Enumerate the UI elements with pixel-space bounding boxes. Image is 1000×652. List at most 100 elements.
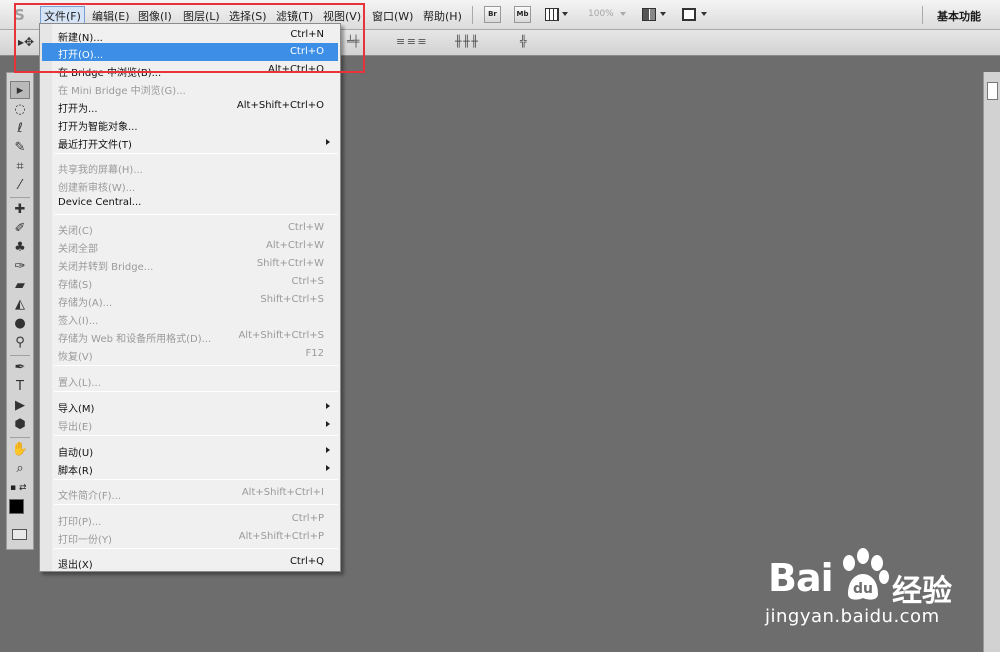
foreground-color-swatch[interactable]: [9, 499, 24, 514]
menu-window[interactable]: 窗口(W): [372, 8, 413, 24]
menu-item-label: 退出(X): [58, 560, 93, 571]
menu-item-shortcut: Ctrl+Q: [289, 556, 324, 567]
menu-item-revert: 恢复(V) F12: [42, 345, 338, 363]
panel-dock: [983, 72, 1000, 652]
move-tool-icon[interactable]: ▸: [10, 81, 30, 99]
blur-tool-icon[interactable]: ●: [10, 315, 30, 333]
menu-item-label: 置入(L)...: [58, 378, 101, 389]
menu-item-save: 存储(S) Ctrl+S: [42, 273, 338, 291]
menu-item-shortcut: Ctrl+W: [287, 222, 324, 233]
arrange-documents-button[interactable]: [642, 7, 666, 22]
menu-item-share-my-screen: 共享我的屏幕(H)...: [42, 158, 338, 176]
menu-item-open-as-smart-object[interactable]: 打开为智能对象...: [42, 115, 338, 133]
shape-tool-icon[interactable]: ⬢: [10, 416, 30, 434]
file-menu-dropdown: 新建(N)... Ctrl+N 打开(O)... Ctrl+O 在 Bridge 中…: [39, 23, 341, 572]
menu-separator: [54, 548, 338, 549]
crop-tool-icon[interactable]: ⌗: [10, 158, 30, 176]
menu-item-browse-in-mini-bridge: 在 Mini Bridge 中浏览(G)...: [42, 79, 338, 97]
menu-item-open-as[interactable]: 打开为... Alt+Shift+Ctrl+O: [42, 97, 338, 115]
healing-brush-tool-icon[interactable]: ✚: [10, 201, 30, 219]
clone-stamp-tool-icon[interactable]: ♣: [10, 239, 30, 257]
menu-item-shortcut: Alt+Shift+Ctrl+O: [236, 100, 324, 111]
menu-item-print-one-copy: 打印一份(Y) Alt+Shift+Ctrl+P: [42, 528, 338, 546]
mini-bridge-button[interactable]: Mb: [514, 6, 531, 23]
menu-separator: [472, 6, 473, 24]
default-colors-icon[interactable]: ▪ ⇄: [10, 483, 27, 493]
menu-item-label: 共享我的屏幕(H)...: [58, 165, 143, 176]
menu-item-shortcut: Alt+Shift+Ctrl+S: [238, 330, 324, 341]
menu-item-save-for-web: 存储为 Web 和设备所用格式(D)... Alt+Shift+Ctrl+S: [42, 327, 338, 345]
eyedropper-tool-icon[interactable]: ⁄: [10, 177, 30, 195]
type-tool-icon[interactable]: T: [10, 378, 30, 396]
path-selection-tool-icon[interactable]: ▶: [10, 397, 30, 415]
hand-tool-icon[interactable]: ✋: [10, 441, 30, 459]
svg-text:du: du: [853, 581, 873, 597]
menu-separator: [54, 391, 338, 392]
quick-selection-tool-icon[interactable]: ✎: [10, 139, 30, 157]
menu-item-device-central[interactable]: Device Central...: [42, 194, 338, 212]
distribute-vertical-icon[interactable]: ≡ ≡ ≡: [396, 35, 427, 49]
menu-item-import[interactable]: 导入(M): [42, 397, 338, 415]
menu-item-label: 存储为 Web 和设备所用格式(D)...: [58, 334, 212, 345]
bridge-button[interactable]: Br: [484, 6, 501, 23]
submenu-arrow-icon: [326, 465, 330, 471]
panel-toggle-icon[interactable]: [987, 82, 998, 100]
brush-tool-icon[interactable]: ✐: [10, 220, 30, 238]
menu-item-open-recent[interactable]: 最近打开文件(T): [42, 133, 338, 151]
menu-item-save-as: 存储为(A)... Shift+Ctrl+S: [42, 291, 338, 309]
lasso-tool-icon[interactable]: ℓ: [10, 120, 30, 138]
menu-item-close: 关闭(C) Ctrl+W: [42, 219, 338, 237]
quick-mask-icon[interactable]: [12, 529, 27, 540]
chevron-down-icon: [620, 12, 626, 16]
view-extras-button[interactable]: [545, 7, 568, 22]
history-brush-tool-icon[interactable]: ✑: [10, 258, 30, 276]
menu-item-label: 签入(I)...: [58, 316, 99, 327]
menu-item-print: 打印(P)... Ctrl+P: [42, 510, 338, 528]
menu-item-shortcut: Alt+Ctrl+W: [266, 240, 324, 251]
pen-tool-icon[interactable]: ✒: [10, 359, 30, 377]
zoom-level[interactable]: 100%: [588, 9, 614, 19]
distribute-horizontal-icon[interactable]: ╫ ╫ ╫: [455, 35, 478, 49]
paint-bucket-tool-icon[interactable]: ◭: [10, 296, 30, 314]
screen-mode-icon: [682, 8, 696, 21]
menu-item-label: 导出(E): [58, 422, 93, 433]
menu-separator: [54, 435, 338, 436]
menu-item-close-all: 关闭全部 Alt+Ctrl+W: [42, 237, 338, 255]
menu-item-shortcut: Alt+Shift+Ctrl+I: [241, 487, 324, 498]
menu-item-scripts[interactable]: 脚本(R): [42, 459, 338, 477]
zoom-tool-icon[interactable]: ⌕: [10, 460, 30, 478]
chevron-down-icon: [660, 12, 666, 16]
menu-item-label: 关闭全部: [58, 244, 98, 255]
toolbox-separator: [10, 355, 30, 356]
chevron-down-icon: [701, 12, 707, 16]
auto-align-icon[interactable]: ╬: [520, 35, 527, 49]
eraser-tool-icon[interactable]: ▰: [10, 277, 30, 295]
menu-item-check-in: 签入(I)...: [42, 309, 338, 327]
marquee-tool-icon[interactable]: ◌: [10, 101, 30, 119]
menu-item-label: 最近打开文件(T): [58, 140, 132, 151]
menu-item-label: 创建新审核(W)...: [58, 183, 136, 194]
toolbox: ▸ ◌ ℓ ✎ ⌗ ⁄ ✚ ✐ ♣ ✑ ▰ ◭ ● ⚲ ✒ T ▶ ⬢ ✋ ⌕ …: [6, 72, 34, 550]
menu-item-file-info: 文件简介(F)... Alt+Shift+Ctrl+I: [42, 484, 338, 502]
menu-separator: [54, 479, 338, 480]
menu-item-shortcut: Alt+Shift+Ctrl+P: [238, 531, 324, 542]
annotation-highlight-box: [14, 3, 365, 73]
screen-mode-button[interactable]: [682, 7, 707, 22]
submenu-arrow-icon: [326, 421, 330, 427]
workspace-switcher[interactable]: 基本功能: [937, 8, 981, 24]
dodge-tool-icon[interactable]: ⚲: [10, 334, 30, 352]
submenu-arrow-icon: [326, 403, 330, 409]
menu-item-label: 存储为(A)...: [58, 298, 113, 309]
toolbox-separator: [10, 197, 30, 198]
menu-separator: [54, 365, 338, 366]
menu-item-automate[interactable]: 自动(U): [42, 441, 338, 459]
menu-item-exit[interactable]: 退出(X) Ctrl+Q: [42, 553, 338, 571]
menu-item-label: 存储(S): [58, 280, 93, 291]
watermark-brand-left: Bai: [768, 556, 834, 600]
menu-item-label: 打印一份(Y): [58, 535, 112, 546]
arrange-icon: [642, 8, 656, 21]
menu-separator: [922, 6, 923, 24]
toolbox-separator: [10, 437, 30, 438]
menu-item-close-and-go-to-bridge: 关闭并转到 Bridge... Shift+Ctrl+W: [42, 255, 338, 273]
menu-help[interactable]: 帮助(H): [423, 8, 462, 24]
